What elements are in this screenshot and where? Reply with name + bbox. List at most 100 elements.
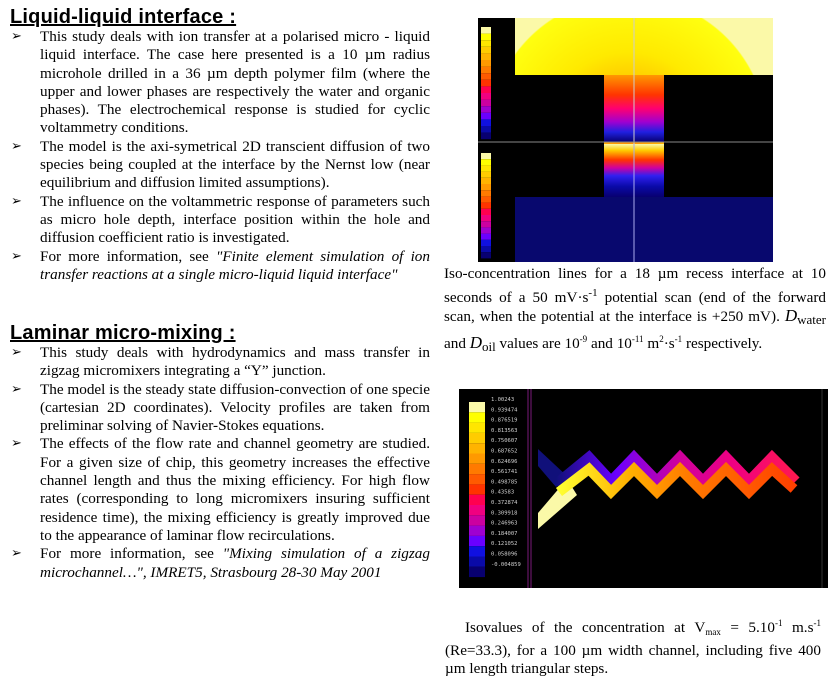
legend-label: 0.561741 [491,469,518,475]
legend-swatch [469,412,485,423]
legend-swatch [481,27,491,34]
legend-swatch [469,494,485,505]
legend-swatch [469,546,485,557]
legend-label: 0.246963 [491,521,518,527]
legend-swatch [481,66,491,74]
legend-label: 0.058096 [491,552,518,558]
legend-swatch [481,215,491,222]
simulation-image-zigzag-mixer: 1.00243 0.939474 0.876519 0.813563 0.750607 0… [459,389,828,588]
concentration-field-lower [481,144,773,262]
arrow-bullet-icon: ➢ [11,345,22,360]
legend-swatch [469,525,485,536]
arrow-bullet-icon: ➢ [11,29,22,44]
legend-swatch [469,402,485,413]
legend-swatch [481,93,491,100]
legend-swatch [469,432,485,444]
legend-label: 0.372874 [491,500,518,506]
legend-label: 0.624696 [491,459,518,465]
bullet-item: ➢ The model is the steady state diffusion… [11,380,430,435]
legend-swatch [481,221,491,228]
legend-swatch [469,474,485,485]
legend-swatch [481,40,491,47]
legend-swatch [481,86,491,93]
legend-swatch [481,46,491,54]
section-liquid-liquid: Liquid-liquid interface : ➢ This study de… [10,6,430,284]
bullet-list: ➢ This study deals with ion transfer at a… [10,28,430,284]
legend-swatch [481,190,491,197]
legend-label: 0.687652 [491,449,518,455]
figure-caption-isovalues: Isovalues of the concentration at Vmax =… [445,618,821,678]
polymer-film-right [664,144,773,197]
polymer-film-left [515,144,604,197]
arrow-bullet-icon: ➢ [11,248,22,264]
legend-swatch [481,165,491,172]
legend-swatch [469,515,485,526]
figure-caption-iso-concentration: Iso-concentration lines for a 18 µm rece… [444,265,826,354]
section-laminar-mixing: Laminar micro-mixing : ➢ This study deals… [10,322,430,582]
arrow-bullet-icon: ➢ [11,138,22,154]
section-title: Liquid-liquid interface : [10,6,237,28]
legend-label: 1.00243 [491,397,514,403]
arrow-bullet-icon: ➢ [11,381,22,397]
legend-swatch [469,453,485,464]
legend-label: 0.309918 [491,510,518,516]
bullet-item: ➢ The influence on the voltammetric respo… [11,192,430,247]
bullet-item-reference: ➢ For more information, see "Mixing simul… [11,545,430,581]
legend-swatch [481,112,491,120]
legend-swatch [481,233,491,240]
legend-swatch [469,443,485,454]
legend-swatch [481,177,491,184]
legend-label: 0.121052 [491,541,518,547]
legend-label: 0.750607 [491,438,518,444]
simulation-image-water-phase [478,18,773,144]
legend-swatch [481,196,491,203]
legend-swatch [481,106,491,113]
legend-swatch [481,227,491,234]
bullet-item: ➢ This study deals with ion transfer at a… [11,28,430,137]
legend-swatch [481,132,491,140]
legend-label: -0.004859 [491,562,521,568]
legend-swatch [481,99,491,107]
arrow-bullet-icon: ➢ [11,436,22,452]
legend-label: 0.498785 [491,479,518,485]
legend-swatch [469,484,485,495]
arrow-bullet-icon: ➢ [11,546,22,562]
legend-swatch [469,505,485,516]
arrow-bullet-icon: ➢ [11,193,22,209]
simulation-image-oil-phase [478,144,773,262]
legend-label: 0.939474 [491,407,518,413]
legend-swatch [481,202,491,209]
legend-swatch [481,53,491,60]
bullet-item: ➢ The effects of the flow rate and channe… [11,435,430,544]
legend-label: 0.876519 [491,418,518,424]
legend-swatch [481,184,491,191]
legend-swatch [481,33,491,41]
legend-swatch [481,60,491,67]
legend-swatch [481,252,491,259]
section-title: Laminar micro-mixing : [10,322,236,344]
legend-label: 0.813563 [491,428,518,434]
legend-swatch [481,79,491,87]
legend-swatch [481,153,491,160]
legend-swatch [481,239,491,246]
bullet-item: ➢ The model is the axi-symetrical 2D tran… [11,137,430,192]
legend-label: 0.43583 [491,490,514,496]
bullet-item-reference: ➢ For more information, see "Finite eleme… [11,247,430,283]
legend-swatch [481,171,491,178]
color-legend [481,153,491,259]
bullet-list: ➢ This study deals with hydrodynamics and… [10,344,430,582]
legend-swatch [481,246,491,253]
polymer-film-left [515,75,604,144]
legend-swatch [469,463,485,475]
bullet-item: ➢ This study deals with hydrodynamics and… [11,344,430,380]
legend-swatch [469,556,485,567]
legend-swatch [481,73,491,80]
polymer-film-right [664,75,773,144]
legend-swatch [481,119,491,126]
zigzag-concentration-field: 1.00243 0.939474 0.876519 0.813563 0.750607 0… [469,389,823,588]
legend-swatch [469,535,485,547]
legend-swatch [469,566,485,578]
legend-label: 0.184007 [491,531,518,537]
legend-swatch [481,126,491,133]
legend-swatch [469,422,485,433]
